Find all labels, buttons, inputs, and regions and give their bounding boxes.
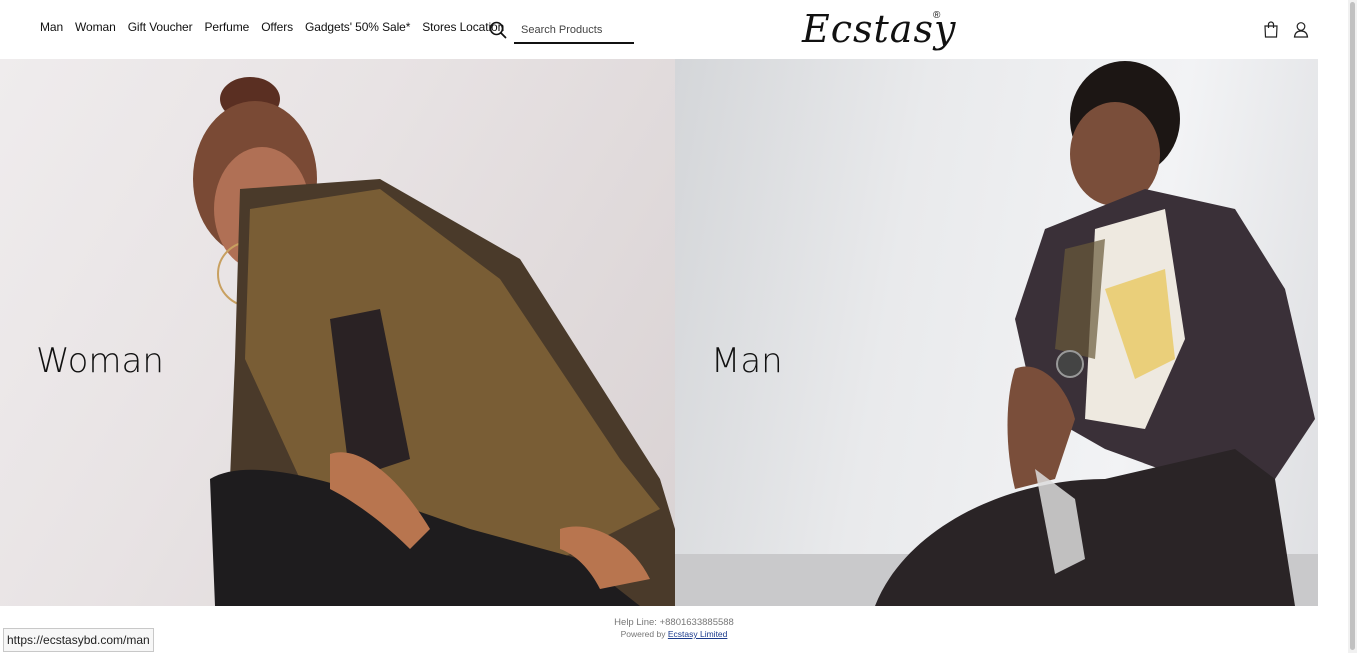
main-nav: Man Woman Gift Voucher Perfume Offers Ga… (40, 20, 504, 34)
browser-status-url: https://ecstasybd.com/man (3, 628, 154, 652)
nav-gadgets-sale[interactable]: Gadgets' 50% Sale* (305, 20, 410, 34)
shopping-bag-icon[interactable] (1263, 21, 1279, 38)
nav-woman[interactable]: Woman (75, 20, 116, 34)
site-header: Man Woman Gift Voucher Perfume Offers Ga… (0, 0, 1348, 58)
search-icon[interactable] (489, 21, 507, 39)
help-line-text: Help Line: +8801633885588 (614, 617, 734, 628)
registered-mark: ® (933, 10, 941, 21)
user-account-icon[interactable] (1293, 21, 1309, 38)
site-footer: Help Line: +8801633885588 Powered by Ecs… (0, 606, 1348, 653)
woman-panel-label: Woman (36, 341, 164, 381)
nav-offers[interactable]: Offers (261, 20, 293, 34)
nav-man[interactable]: Man (40, 20, 63, 34)
nav-perfume[interactable]: Perfume (205, 20, 250, 34)
powered-by-prefix: Powered by (620, 629, 666, 639)
man-model-photo (675, 61, 1318, 606)
scrollbar-thumb[interactable] (1350, 2, 1355, 650)
ecstasy-limited-link[interactable]: Ecstasy Limited (668, 629, 728, 639)
woman-model-photo (193, 77, 675, 606)
man-panel-label: Man (711, 341, 783, 381)
ecstasy-logo[interactable]: Ecstasy ® (802, 6, 955, 52)
powered-by-line: Powered by Ecstasy Limited (0, 629, 1348, 639)
search-input[interactable] (514, 18, 634, 44)
woman-category-banner[interactable]: Woman (0, 59, 675, 606)
man-category-banner[interactable]: Man (675, 59, 1318, 606)
nav-gift-voucher[interactable]: Gift Voucher (128, 20, 193, 34)
